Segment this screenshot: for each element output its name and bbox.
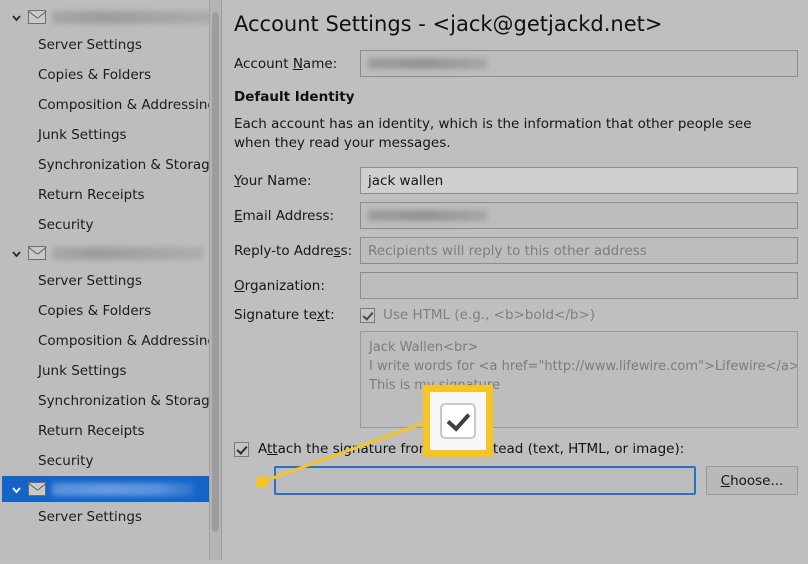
use-html-checkbox[interactable] (360, 307, 375, 323)
attach-signature-checkbox[interactable] (234, 441, 249, 457)
sidebar-item-label: Junk Settings (38, 363, 127, 379)
reply-to-row: Reply-to Address: Recipients will reply … (234, 237, 798, 264)
signature-file-row: Choose... (274, 466, 798, 495)
sidebar-item-junk-settings[interactable]: Junk Settings (2, 120, 221, 150)
organization-label: Organization: (234, 277, 325, 294)
sidebar-item-label: Composition & Addressing (38, 97, 217, 113)
signature-line: I write words for <a href="http://www.li… (369, 359, 798, 374)
account-name-redacted (52, 246, 204, 260)
signature-text-row: Signature text: Use HTML (e.g., <b>bold<… (234, 307, 798, 323)
sidebar-item-server-settings[interactable]: Server Settings (2, 266, 221, 296)
sidebar-item-label: Copies & Folders (38, 67, 152, 83)
envelope-icon (28, 246, 46, 260)
sidebar-item-synchronization-storage[interactable]: Synchronization & Storage (2, 150, 221, 180)
sidebar-item-synchronization-storage[interactable]: Synchronization & Storage (2, 386, 221, 416)
reply-to-placeholder: Recipients will reply to this other addr… (368, 242, 647, 259)
sidebar-item-label: Server Settings (38, 273, 142, 289)
organization-input[interactable] (360, 272, 798, 299)
sidebar-item-label: Composition & Addressing (38, 333, 217, 349)
account-name-redacted (52, 482, 194, 496)
account-row-1[interactable] (2, 4, 221, 30)
sidebar-item-label: Return Receipts (38, 187, 145, 203)
section-title-default-identity: Default Identity (234, 89, 355, 105)
identity-description: Each account has an identity, which is t… (234, 116, 752, 151)
sidebar-item-label: Copies & Folders (38, 303, 152, 319)
account-name-label: Account Name: (234, 55, 338, 72)
choose-button[interactable]: Choose... (706, 466, 798, 495)
use-html-label: Use HTML (e.g., <b>bold</b>) (383, 307, 596, 323)
page-title: Account Settings - <jack@getjackd.net> (234, 12, 663, 36)
your-name-input[interactable]: jack wallen (360, 167, 798, 194)
sidebar-item-composition-addressing[interactable]: Composition & Addressing (2, 90, 221, 120)
sidebar-item-copies-folders[interactable]: Copies & Folders (2, 60, 221, 90)
sidebar-item-composition-addressing[interactable]: Composition & Addressing (2, 326, 221, 356)
sidebar-item-label: Server Settings (38, 37, 142, 53)
sidebar-item-server-settings[interactable]: Server Settings (2, 502, 221, 532)
sidebar-item-label: Security (38, 217, 94, 233)
signature-text-label: Signature text: (234, 307, 335, 323)
account-row-2[interactable] (2, 240, 221, 266)
chevron-down-icon[interactable] (10, 483, 22, 495)
scrollbar-thumb[interactable] (212, 12, 219, 532)
sidebar-scrollbar[interactable] (209, 0, 221, 560)
email-value-redacted (368, 210, 488, 221)
sidebar-item-server-settings[interactable]: Server Settings (2, 30, 221, 60)
sidebar-item-label: Return Receipts (38, 423, 145, 439)
sidebar-item-return-receipts[interactable]: Return Receipts (2, 180, 221, 210)
account-settings-window: Server Settings Copies & Folders Composi… (0, 0, 808, 560)
sidebar-item-copies-folders[interactable]: Copies & Folders (2, 296, 221, 326)
organization-row: Organization: (234, 272, 798, 299)
attach-signature-row[interactable]: Attach the signature from a file instead… (234, 441, 798, 457)
sidebar-item-return-receipts[interactable]: Return Receipts (2, 416, 221, 446)
accounts-tree: Server Settings Copies & Folders Composi… (0, 4, 221, 532)
your-name-value: jack wallen (368, 172, 444, 189)
sidebar-item-label: Synchronization & Storage (38, 157, 219, 173)
chevron-down-icon[interactable] (10, 11, 22, 23)
your-name-row: Your Name: jack wallen (234, 167, 798, 194)
sidebar-item-label: Junk Settings (38, 127, 127, 143)
sidebar-item-label: Synchronization & Storage (38, 393, 219, 409)
settings-panel: Account Settings - <jack@getjackd.net> A… (222, 0, 808, 560)
email-address-input[interactable] (360, 202, 798, 229)
sidebar-item-security[interactable]: Security (2, 210, 221, 240)
sidebar-item-label: Server Settings (38, 509, 142, 525)
signature-line: This is my signature (369, 378, 500, 393)
email-address-label: Email Address: (234, 207, 335, 224)
signature-line: Jack Wallen<br> (369, 340, 479, 355)
account-name-row: Account Name: (234, 50, 798, 77)
account-name-value-redacted (368, 58, 488, 69)
your-name-label: Your Name: (234, 172, 312, 189)
reply-to-label: Reply-to Address: (234, 242, 353, 259)
envelope-icon (28, 10, 46, 24)
email-address-row: Email Address: (234, 202, 798, 229)
reply-to-input[interactable]: Recipients will reply to this other addr… (360, 237, 798, 264)
account-row-3-selected[interactable] (2, 476, 221, 502)
account-name-redacted (52, 10, 221, 24)
account-name-input[interactable] (360, 50, 798, 77)
signature-file-input[interactable] (274, 466, 696, 495)
attach-signature-label: Attach the signature from a file instead… (258, 441, 685, 457)
envelope-icon (28, 482, 46, 496)
sidebar-item-label: Security (38, 453, 94, 469)
accounts-sidebar[interactable]: Server Settings Copies & Folders Composi… (0, 0, 222, 560)
use-html-group[interactable]: Use HTML (e.g., <b>bold</b>) (360, 307, 595, 323)
signature-textarea[interactable]: Jack Wallen<br> I write words for <a hre… (360, 331, 798, 428)
sidebar-item-junk-settings[interactable]: Junk Settings (2, 356, 221, 386)
chevron-down-icon[interactable] (10, 247, 22, 259)
sidebar-item-security[interactable]: Security (2, 446, 221, 476)
